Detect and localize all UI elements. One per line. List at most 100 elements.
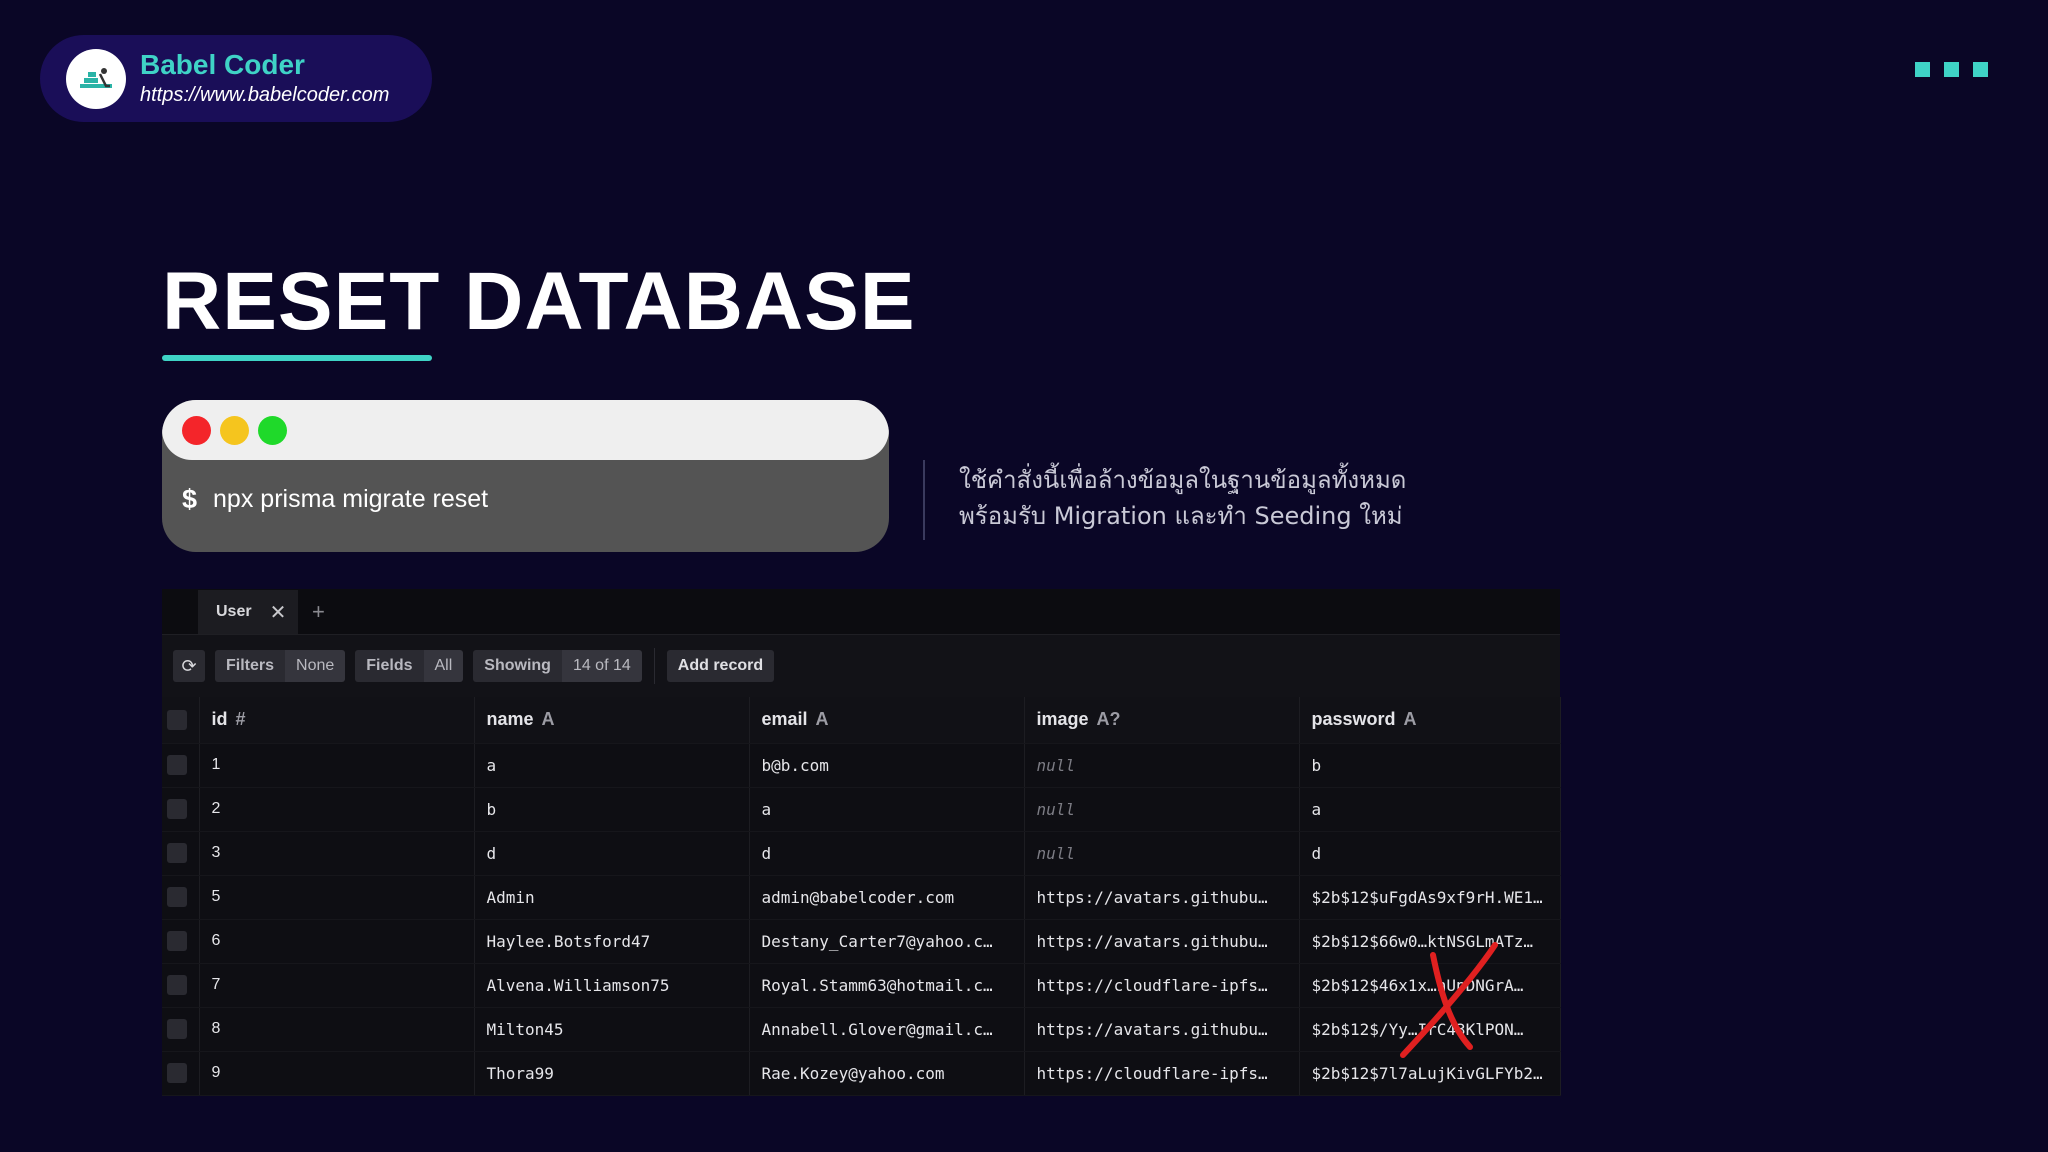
- column-header-id[interactable]: id #: [199, 697, 475, 744]
- table-cell-email[interactable]: Annabell.Glover@gmail.c…: [749, 1007, 1025, 1052]
- row-select-cell[interactable]: [162, 1007, 200, 1052]
- refresh-icon[interactable]: ⟳: [173, 650, 205, 682]
- column-type: A?: [1096, 709, 1121, 730]
- column-header-image[interactable]: image A?: [1024, 697, 1300, 744]
- select-all-checkbox[interactable]: [167, 709, 187, 730]
- table-cell-image[interactable]: https://avatars.githubu…: [1024, 875, 1300, 920]
- table-row[interactable]: 9 Thora99 Rae.Kozey@yahoo.com https://cloud…: [162, 1051, 1561, 1096]
- table-row[interactable]: 5 Admin admin@babelcoder.com https://avatar…: [162, 875, 1561, 920]
- row-checkbox[interactable]: [167, 1019, 187, 1039]
- table-cell-id[interactable]: 1: [199, 743, 475, 788]
- slide-title: RESET DATABASE: [162, 256, 916, 347]
- close-window-dot-icon[interactable]: [182, 415, 211, 445]
- table-cell-name[interactable]: b: [474, 787, 750, 832]
- decorative-dots: [1915, 62, 1988, 77]
- slide-description: ใช้คำสั่งนี้เพื่อล้างข้อมูลในฐานข้อมูลทั…: [959, 462, 1406, 534]
- add-record-button[interactable]: Add record: [666, 650, 775, 682]
- showing-value: 14 of 14: [561, 650, 642, 682]
- column-type: A: [815, 709, 829, 730]
- table-cell-email[interactable]: Destany_Carter7@yahoo.c…: [749, 919, 1025, 964]
- table-cell-name[interactable]: Thora99: [474, 1051, 750, 1096]
- table-row[interactable]: 8 Milton45 Annabell.Glover@gmail.c… https:/…: [162, 1007, 1561, 1052]
- table-cell-id[interactable]: 5: [199, 875, 475, 920]
- row-checkbox[interactable]: [167, 975, 187, 995]
- table-cell-id[interactable]: 9: [199, 1051, 475, 1096]
- minimize-window-dot-icon[interactable]: [220, 415, 249, 445]
- table-cell-image[interactable]: https://avatars.githubu…: [1024, 919, 1300, 964]
- table-cell-image[interactable]: null: [1024, 787, 1300, 832]
- close-icon[interactable]: ✕: [270, 600, 287, 625]
- row-checkbox[interactable]: [167, 843, 187, 863]
- table-cell-password[interactable]: $2b$12$/Yy…IrC43KlPON…: [1299, 1007, 1561, 1052]
- table-cell-email[interactable]: b@b.com: [749, 743, 1025, 788]
- table-row[interactable]: 2 b a null a: [162, 787, 1561, 832]
- table-cell-email[interactable]: admin@babelcoder.com: [749, 875, 1025, 920]
- table-row[interactable]: 7 Alvena.Williamson75 Royal.Stamm63@hotmai…: [162, 963, 1561, 1008]
- column-header-email[interactable]: email A: [749, 697, 1025, 744]
- row-select-cell[interactable]: [162, 963, 200, 1008]
- column-type: A: [1403, 709, 1417, 730]
- brand-url[interactable]: https://www.babelcoder.com: [140, 81, 389, 109]
- column-header-password[interactable]: password A: [1299, 697, 1561, 744]
- table-cell-password[interactable]: b: [1299, 743, 1561, 788]
- row-checkbox[interactable]: [167, 755, 187, 775]
- column-header-name[interactable]: name A: [474, 697, 750, 744]
- showing-button[interactable]: Showing 14 of 14: [473, 650, 642, 682]
- table-row[interactable]: 1 a b@b.com null b: [162, 743, 1561, 788]
- dollar-prompt-icon: $: [182, 483, 198, 514]
- table-row[interactable]: 3 d d null d: [162, 831, 1561, 876]
- column-name: name: [486, 709, 534, 730]
- table-cell-id[interactable]: 7: [199, 963, 475, 1008]
- tab-bar: User ✕ +: [162, 589, 1560, 635]
- babelcoder-logo-icon: [66, 48, 126, 109]
- table-cell-name[interactable]: d: [474, 831, 750, 876]
- row-select-cell[interactable]: [162, 919, 200, 964]
- table-cell-password[interactable]: a: [1299, 787, 1561, 832]
- table-cell-id[interactable]: 3: [199, 831, 475, 876]
- fields-button[interactable]: Fields All: [355, 650, 464, 682]
- table-cell-image[interactable]: https://cloudflare-ipfs…: [1024, 963, 1300, 1008]
- brand-badge[interactable]: Babel Coder https://www.babelcoder.com: [40, 35, 432, 122]
- table-cell-email[interactable]: a: [749, 787, 1025, 832]
- table-cell-image[interactable]: null: [1024, 831, 1300, 876]
- table-cell-id[interactable]: 6: [199, 919, 475, 964]
- row-select-cell[interactable]: [162, 831, 200, 876]
- table-cell-password[interactable]: $2b$12$uFgdAs9xf9rH.WE1…: [1299, 875, 1561, 920]
- terminal-window: $ npx prisma migrate reset: [162, 400, 889, 552]
- maximize-window-dot-icon[interactable]: [258, 415, 287, 445]
- terminal-command: npx prisma migrate reset: [213, 484, 489, 513]
- column-name: id: [211, 709, 228, 730]
- add-tab-icon[interactable]: +: [312, 590, 325, 634]
- table-cell-image[interactable]: https://avatars.githubu…: [1024, 1007, 1300, 1052]
- terminal-titlebar: [162, 400, 889, 460]
- table-cell-image[interactable]: https://cloudflare-ipfs…: [1024, 1051, 1300, 1096]
- row-checkbox[interactable]: [167, 887, 187, 907]
- table-cell-email[interactable]: Rae.Kozey@yahoo.com: [749, 1051, 1025, 1096]
- select-all-cell[interactable]: [162, 697, 200, 744]
- table-cell-name[interactable]: Milton45: [474, 1007, 750, 1052]
- row-checkbox[interactable]: [167, 799, 187, 819]
- table-cell-id[interactable]: 2: [199, 787, 475, 832]
- row-select-cell[interactable]: [162, 1051, 200, 1096]
- row-select-cell[interactable]: [162, 743, 200, 788]
- table-cell-id[interactable]: 8: [199, 1007, 475, 1052]
- table-row[interactable]: 6 Haylee.Botsford47 Destany_Carter7@yahoo.…: [162, 919, 1561, 964]
- table-cell-name[interactable]: a: [474, 743, 750, 788]
- table-cell-name[interactable]: Admin: [474, 875, 750, 920]
- table-cell-password[interactable]: d: [1299, 831, 1561, 876]
- table-cell-email[interactable]: d: [749, 831, 1025, 876]
- filters-button[interactable]: Filters None: [215, 650, 346, 682]
- records-table: id # name A email A image A? password A 1 a b@b…: [162, 697, 1561, 1096]
- table-cell-password[interactable]: $2b$12$46x1x…nUpDNGrA…: [1299, 963, 1561, 1008]
- table-cell-name[interactable]: Alvena.Williamson75: [474, 963, 750, 1008]
- row-checkbox[interactable]: [167, 1063, 187, 1083]
- table-cell-password[interactable]: $2b$12$66w0…ktNSGLmATz…: [1299, 919, 1561, 964]
- table-cell-name[interactable]: Haylee.Botsford47: [474, 919, 750, 964]
- tab-user[interactable]: User ✕: [198, 590, 298, 634]
- table-cell-image[interactable]: null: [1024, 743, 1300, 788]
- row-select-cell[interactable]: [162, 787, 200, 832]
- table-cell-password[interactable]: $2b$12$7l7aLujKivGLFYb2…: [1299, 1051, 1561, 1096]
- row-checkbox[interactable]: [167, 931, 187, 951]
- table-cell-email[interactable]: Royal.Stamm63@hotmail.c…: [749, 963, 1025, 1008]
- row-select-cell[interactable]: [162, 875, 200, 920]
